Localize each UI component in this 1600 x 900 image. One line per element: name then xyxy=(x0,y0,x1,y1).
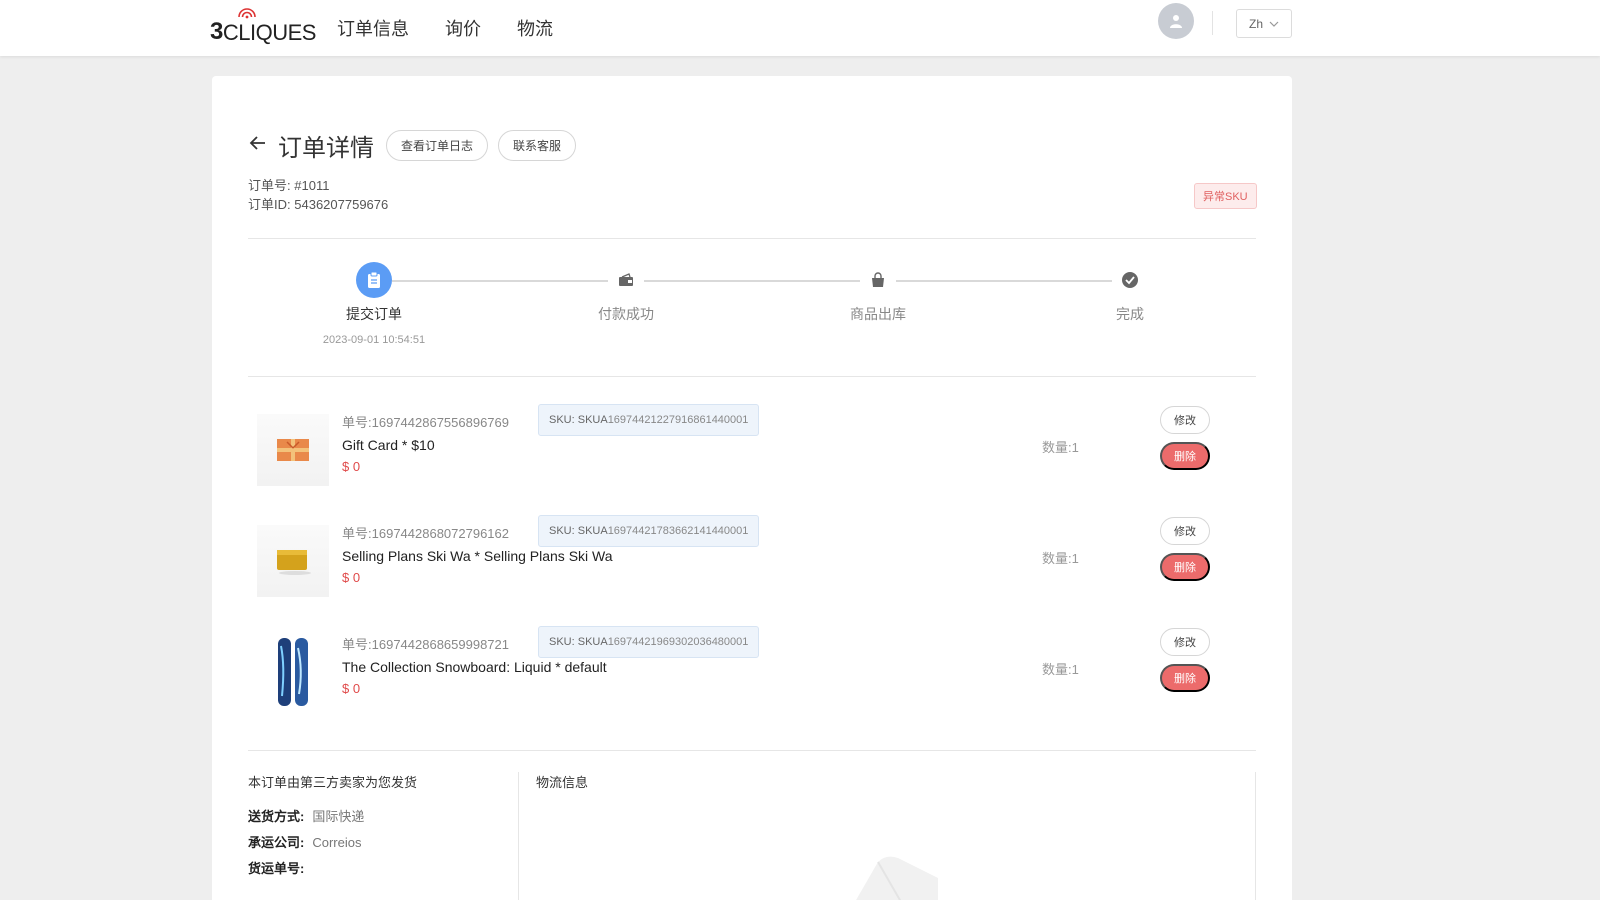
order-progress-steps: 提交订单 2023-09-01 10:54:51 付款成功 商品出库 完成 xyxy=(248,262,1256,362)
nav-inquiry[interactable]: 询价 xyxy=(445,15,481,41)
order-id-row: 订单ID: 5436207759676 xyxy=(248,195,388,214)
logo-number: 3 xyxy=(210,18,223,45)
edit-button[interactable]: 修改 xyxy=(1160,628,1210,656)
arrow-left-icon[interactable] xyxy=(248,133,268,159)
product-price: $ 0 xyxy=(342,459,361,474)
order-id-label: 订单ID: xyxy=(248,197,291,212)
product-quantity: 数量:1 xyxy=(1042,662,1079,677)
bag-icon xyxy=(860,262,896,298)
product-name: Selling Plans Ski Wa * Selling Plans Ski… xyxy=(342,548,613,564)
signal-rings-icon xyxy=(238,8,256,19)
order-id-value: 5436207759676 xyxy=(294,197,389,212)
item-order-number: 单号:1697442868072796162 xyxy=(342,526,509,541)
step-goods-shipped: 商品出库 xyxy=(798,262,958,324)
clipboard-icon xyxy=(356,262,392,298)
shipping-title: 本订单由第三方卖家为您发货 xyxy=(248,775,418,790)
language-select[interactable]: Zh xyxy=(1236,9,1292,38)
page-title: 订单详情 xyxy=(278,135,374,162)
user-icon xyxy=(1170,15,1182,28)
check-circle-icon xyxy=(1112,262,1148,298)
edit-button[interactable]: 修改 xyxy=(1160,406,1210,434)
carrier-row: 承运公司: Correios xyxy=(248,835,362,850)
list-item: 单号:1697442868072796162 SKU: SKUA 16974421… xyxy=(248,513,1256,613)
delete-button[interactable]: 删除 xyxy=(1160,664,1210,692)
header-divider xyxy=(1212,11,1213,35)
logo-text: CLIQUES xyxy=(222,20,317,45)
sku-tag: SKU: SKUA 16974421783662141440001 xyxy=(538,515,760,547)
order-meta: 订单号: #1011 订单ID: 5436207759676 xyxy=(248,176,388,214)
sku-tag: SKU: SKUA 1697442122791686144000​1 xyxy=(538,404,760,436)
list-item: 单号:1697442868659998721 SKU: SKUA 16974421… xyxy=(248,624,1256,724)
nav-order-info[interactable]: 订单信息 xyxy=(337,15,409,41)
sku-tag: SKU: SKUA 16974421969302036480001 xyxy=(538,626,760,658)
product-price: $ 0 xyxy=(342,681,361,696)
product-name: Gift Card * $10 xyxy=(342,437,435,453)
divider-top xyxy=(248,238,1256,239)
product-name: The Collection Snowboard: Liquid * defau… xyxy=(342,659,607,675)
shipping-section: 本订单由第三方卖家为您发货 送货方式: 国际快递 承运公司: Correios 货运… xyxy=(248,772,1256,900)
divider-bottom xyxy=(248,750,1256,751)
step-label: 付款成功 xyxy=(598,306,654,322)
delete-button[interactable]: 删除 xyxy=(1160,553,1210,581)
snowboard-thumb xyxy=(257,636,329,708)
step-complete: 完成 xyxy=(1050,262,1210,324)
step-label: 商品出库 xyxy=(850,306,906,322)
user-avatar[interactable] xyxy=(1158,3,1194,39)
chevron-down-icon xyxy=(1269,21,1279,27)
step-label: 完成 xyxy=(1116,306,1144,322)
step-time: 2023-09-01 10:54:51 xyxy=(322,334,426,346)
empty-state-illustration xyxy=(856,856,938,900)
nav-logistics[interactable]: 物流 xyxy=(517,15,553,41)
wallet-icon xyxy=(608,262,644,298)
brand-logo[interactable]: 3 CLIQUES xyxy=(210,6,316,46)
edit-button[interactable]: 修改 xyxy=(1160,517,1210,545)
gift-card-thumb xyxy=(257,414,329,486)
ski-wax-thumb xyxy=(257,525,329,597)
order-number-value: #1011 xyxy=(294,178,330,193)
view-order-log-button[interactable]: 查看订单日志 xyxy=(386,130,489,161)
product-quantity: 数量:1 xyxy=(1042,440,1079,455)
order-detail-card: 订单详情 查看订单日志 联系客服 订单号: #1011 订单ID: 543620… xyxy=(212,76,1292,900)
order-number-row: 订单号: #1011 xyxy=(248,176,388,195)
order-number-label: 订单号: xyxy=(248,178,291,193)
step-label: 提交订单 xyxy=(346,306,402,322)
delete-button[interactable]: 删除 xyxy=(1160,442,1210,470)
language-value: Zh xyxy=(1248,16,1263,31)
tracking-row: 货运单号: xyxy=(248,861,305,876)
shipping-method-row: 送货方式: 国际快递 xyxy=(248,809,365,824)
list-item: 单号:1697442867556896769 SKU: SKUA 16974421… xyxy=(248,402,1256,502)
item-order-number: 单号:1697442867556896769 xyxy=(342,415,509,430)
title-row: 订单详情 查看订单日志 联系客服 xyxy=(248,128,586,163)
logistics-title: 物流信息 xyxy=(536,775,589,790)
product-price: $ 0 xyxy=(342,570,361,585)
step-payment-success: 付款成功 xyxy=(546,262,706,324)
item-order-number: 单号:1697442868659998721 xyxy=(342,637,509,652)
top-bar: 3 CLIQUES 订单信息 询价 物流 Zh xyxy=(0,0,1600,56)
section-divider xyxy=(1255,772,1256,900)
contact-support-button[interactable]: 联系客服 xyxy=(498,130,577,161)
divider-mid xyxy=(248,376,1256,377)
step-submit-order: 提交订单 2023-09-01 10:54:51 xyxy=(294,262,454,346)
abnormal-sku-badge: 异常SKU xyxy=(1194,183,1257,209)
section-divider xyxy=(518,772,519,900)
main-nav: 订单信息 询价 物流 xyxy=(337,15,553,41)
product-quantity: 数量:1 xyxy=(1042,551,1079,566)
